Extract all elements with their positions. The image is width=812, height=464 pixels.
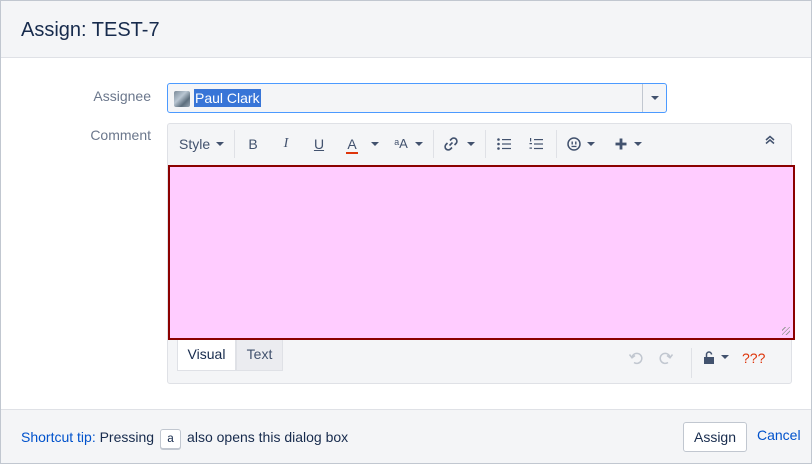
chevron-down-icon <box>634 142 642 146</box>
toolbar-divider <box>485 130 486 158</box>
bold-button[interactable]: B <box>242 132 264 156</box>
text-color-icon: A <box>346 136 358 154</box>
font-size-dropdown[interactable] <box>412 132 426 156</box>
toolbar-divider <box>234 130 235 158</box>
shortcut-tip-link[interactable]: Shortcut tip: <box>21 429 96 445</box>
chevron-down-icon <box>216 142 224 146</box>
font-size-button[interactable]: ᵃA <box>390 132 412 156</box>
comment-text-area[interactable] <box>168 165 795 340</box>
dialog-header: Assign: TEST-7 <box>1 1 811 58</box>
bullet-list-icon <box>497 138 511 150</box>
italic-button[interactable]: I <box>275 132 297 156</box>
chevron-down-icon <box>651 96 659 100</box>
collapse-toolbar-button[interactable] <box>759 130 781 154</box>
tab-visual[interactable]: Visual <box>177 340 236 371</box>
tab-text[interactable]: Text <box>236 340 283 371</box>
chevron-down-icon <box>415 142 423 146</box>
assignee-dropdown-button[interactable] <box>642 84 666 112</box>
security-level-button[interactable] <box>703 350 733 368</box>
chevron-double-up-icon <box>765 135 775 145</box>
comment-label: Comment <box>90 127 151 143</box>
comment-editor: Style B I U A ᵃA Visual Text ??? <box>167 123 795 384</box>
unlock-icon <box>704 351 714 364</box>
tip-text-before: Pressing <box>99 429 155 445</box>
underline-button[interactable]: U <box>308 132 330 156</box>
link-icon <box>444 137 458 151</box>
assign-dialog: Assign: TEST-7 Assignee Paul Clark Comme… <box>0 0 812 464</box>
tip-text-after: also opens this dialog box <box>187 429 349 445</box>
help-link[interactable]: ??? <box>742 350 765 366</box>
bold-icon: B <box>248 136 258 152</box>
insert-more-button[interactable] <box>612 132 646 156</box>
chevron-down-icon <box>467 142 475 146</box>
redo-icon <box>659 352 674 365</box>
chevron-down-icon <box>371 142 379 146</box>
style-dropdown[interactable]: Style <box>179 132 227 156</box>
assignee-picker[interactable]: Paul Clark <box>167 83 667 113</box>
undo-button[interactable] <box>628 350 644 369</box>
underline-icon: U <box>313 136 325 152</box>
undo-icon <box>628 352 643 365</box>
text-color-dropdown[interactable] <box>367 132 383 156</box>
text-color-button[interactable]: A <box>341 132 363 156</box>
italic-icon: I <box>283 136 289 151</box>
plus-icon <box>615 138 627 150</box>
editor-toolbar: Style B I U A ᵃA <box>168 124 791 164</box>
chevron-down-icon <box>721 355 729 359</box>
numbered-list-icon <box>529 138 543 150</box>
toolbar-divider <box>691 348 692 378</box>
style-label: Style <box>179 136 211 152</box>
shortcut-tip: Shortcut tip: Pressing a also opens this… <box>21 429 348 449</box>
toolbar-divider <box>433 130 434 158</box>
chevron-down-icon <box>587 142 595 146</box>
assignee-label: Assignee <box>93 88 151 104</box>
shortcut-key: a <box>159 429 182 449</box>
assignee-selected-value[interactable]: Paul Clark <box>194 89 261 107</box>
dialog-title: Assign: TEST-7 <box>21 19 160 41</box>
link-button[interactable] <box>441 132 481 156</box>
bullet-list-button[interactable] <box>493 132 515 156</box>
font-size-icon: ᵃA <box>394 136 408 151</box>
toolbar-divider <box>556 130 557 158</box>
resize-handle[interactable] <box>782 327 790 335</box>
assign-button[interactable]: Assign <box>683 422 747 452</box>
cancel-link[interactable]: Cancel <box>757 427 801 443</box>
dialog-footer: Shortcut tip: Pressing a also opens this… <box>1 409 811 463</box>
emoticon-icon <box>567 137 581 151</box>
emoticon-button[interactable] <box>565 132 599 156</box>
redo-button[interactable] <box>658 350 674 369</box>
avatar <box>174 91 190 107</box>
numbered-list-button[interactable] <box>525 132 547 156</box>
